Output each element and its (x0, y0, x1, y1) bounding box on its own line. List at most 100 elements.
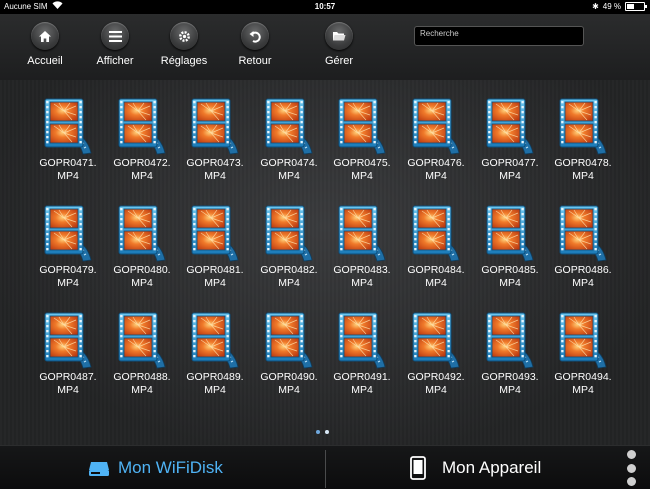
file-name: GOPR0477. MP4 (473, 157, 547, 183)
file-item[interactable]: GOPR0490. MP4 (252, 311, 326, 397)
file-name: GOPR0482. MP4 (252, 264, 326, 290)
manage-button[interactable]: Gérer (304, 22, 374, 67)
file-name-line1: GOPR0475. (333, 157, 391, 169)
file-item[interactable]: GOPR0493. MP4 (473, 311, 547, 397)
file-item[interactable]: GOPR0472. MP4 (105, 97, 179, 183)
file-name-line2: MP4 (351, 277, 373, 289)
file-item[interactable]: GOPR0491. MP4 (325, 311, 399, 397)
file-item[interactable]: GOPR0481. MP4 (178, 204, 252, 290)
file-name: GOPR0484. MP4 (399, 264, 473, 290)
file-item[interactable]: GOPR0473. MP4 (178, 97, 252, 183)
file-item[interactable]: GOPR0479. MP4 (31, 204, 105, 290)
file-name-line1: GOPR0486. (554, 264, 612, 276)
file-name: GOPR0494. MP4 (546, 371, 620, 397)
back-button-label: Retour (238, 55, 272, 67)
file-name-line1: GOPR0494. (554, 371, 612, 383)
file-item[interactable]: GOPR0485. MP4 (473, 204, 547, 290)
status-bar: Aucune SIM 10:57 ✱ 49 % (0, 0, 650, 14)
file-name-line1: GOPR0478. (554, 157, 612, 169)
file-name-line1: GOPR0473. (186, 157, 244, 169)
file-name-line1: GOPR0472. (113, 157, 171, 169)
video-file-icon (559, 312, 607, 369)
file-item[interactable]: GOPR0480. MP4 (105, 204, 179, 290)
file-name-line2: MP4 (351, 170, 373, 182)
file-name-line2: MP4 (351, 384, 373, 396)
video-file-icon (559, 205, 607, 262)
video-file-icon (338, 98, 386, 155)
file-item[interactable]: GOPR0471. MP4 (31, 97, 105, 183)
file-item[interactable]: GOPR0477. MP4 (473, 97, 547, 183)
tab-my-wifidisk-label: Mon WiFiDisk (118, 457, 223, 477)
more-options-icon[interactable] (624, 448, 638, 488)
file-name: GOPR0488. MP4 (105, 371, 179, 397)
file-name: GOPR0483. MP4 (325, 264, 399, 290)
file-grid: GOPR0471. MP4 GOPR0472. MP4 GOPR0473. MP… (0, 80, 650, 445)
file-name-line2: MP4 (278, 277, 300, 289)
tab-my-wifidisk[interactable]: Mon WiFiDisk (88, 446, 223, 489)
toolbar: Accueil Afficher Réglages Retour Gérer R… (0, 14, 650, 80)
file-item[interactable]: GOPR0494. MP4 (546, 311, 620, 397)
file-name-line2: MP4 (204, 277, 226, 289)
settings-button[interactable]: Réglages (149, 22, 219, 67)
file-name-line1: GOPR0482. (260, 264, 318, 276)
file-name-line1: GOPR0476. (407, 157, 465, 169)
file-name-line2: MP4 (57, 277, 79, 289)
file-name-line1: GOPR0492. (407, 371, 465, 383)
file-item[interactable]: GOPR0474. MP4 (252, 97, 326, 183)
file-item[interactable]: GOPR0487. MP4 (31, 311, 105, 397)
list-icon (101, 22, 129, 50)
file-name-line1: GOPR0484. (407, 264, 465, 276)
file-name-line1: GOPR0490. (260, 371, 318, 383)
file-name-line2: MP4 (204, 170, 226, 182)
file-item[interactable]: GOPR0489. MP4 (178, 311, 252, 397)
page-indicator[interactable] (316, 430, 329, 434)
gear-icon (170, 22, 198, 50)
file-name-line2: MP4 (131, 170, 153, 182)
file-item[interactable]: GOPR0483. MP4 (325, 204, 399, 290)
back-button[interactable]: Retour (220, 22, 290, 67)
file-name-line2: MP4 (572, 384, 594, 396)
file-item[interactable]: GOPR0486. MP4 (546, 204, 620, 290)
video-file-icon (338, 312, 386, 369)
video-file-icon (486, 98, 534, 155)
file-item[interactable]: GOPR0478. MP4 (546, 97, 620, 183)
file-name: GOPR0481. MP4 (178, 264, 252, 290)
video-file-icon (191, 312, 239, 369)
file-name-line1: GOPR0493. (481, 371, 539, 383)
video-file-icon (486, 205, 534, 262)
file-name: GOPR0487. MP4 (31, 371, 105, 397)
search-input[interactable]: Recherche (414, 26, 584, 46)
view-button[interactable]: Afficher (80, 22, 150, 67)
file-name-line1: GOPR0474. (260, 157, 318, 169)
file-name: GOPR0479. MP4 (31, 264, 105, 290)
file-item[interactable]: GOPR0476. MP4 (399, 97, 473, 183)
video-file-icon (118, 98, 166, 155)
file-item[interactable]: GOPR0492. MP4 (399, 311, 473, 397)
file-item[interactable]: GOPR0488. MP4 (105, 311, 179, 397)
video-file-icon (44, 98, 92, 155)
file-name-line1: GOPR0483. (333, 264, 391, 276)
home-button[interactable]: Accueil (10, 22, 80, 67)
file-name: GOPR0474. MP4 (252, 157, 326, 183)
file-name-line2: MP4 (131, 277, 153, 289)
file-item[interactable]: GOPR0482. MP4 (252, 204, 326, 290)
video-file-icon (265, 98, 313, 155)
video-file-icon (412, 312, 460, 369)
tab-my-device[interactable]: Mon Appareil (410, 446, 541, 489)
page-dot-active[interactable] (325, 430, 329, 434)
video-file-icon (191, 98, 239, 155)
file-name: GOPR0493. MP4 (473, 371, 547, 397)
video-file-icon (412, 205, 460, 262)
file-item[interactable]: GOPR0475. MP4 (325, 97, 399, 183)
file-name: GOPR0478. MP4 (546, 157, 620, 183)
file-name-line2: MP4 (204, 384, 226, 396)
page-dot[interactable] (316, 430, 320, 434)
clock: 10:57 (314, 2, 336, 11)
battery-icon (625, 2, 647, 11)
file-name-line1: GOPR0485. (481, 264, 539, 276)
tab-divider (325, 450, 326, 488)
file-name: GOPR0472. MP4 (105, 157, 179, 183)
video-file-icon (118, 205, 166, 262)
file-name: GOPR0480. MP4 (105, 264, 179, 290)
file-item[interactable]: GOPR0484. MP4 (399, 204, 473, 290)
